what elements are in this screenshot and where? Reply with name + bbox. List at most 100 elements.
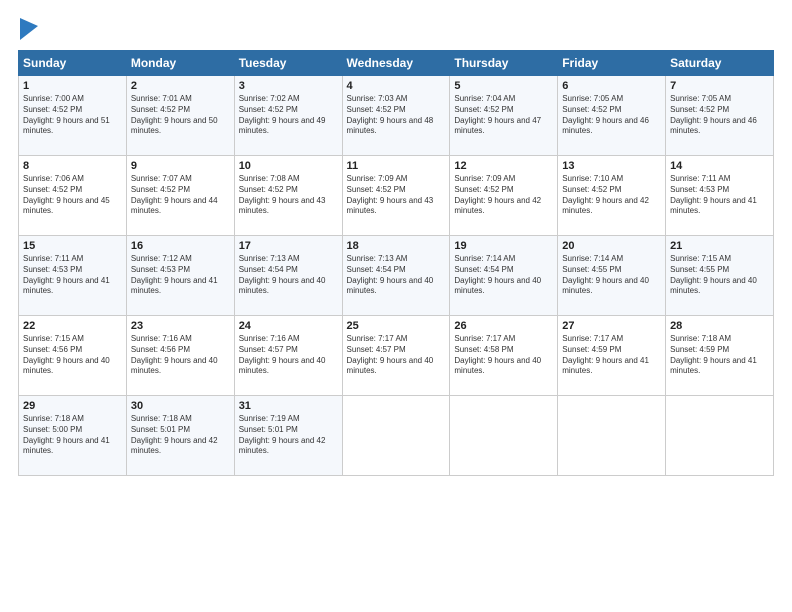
calendar-cell: 17Sunrise: 7:13 AMSunset: 4:54 PMDayligh… xyxy=(234,236,342,316)
day-number: 25 xyxy=(347,320,446,332)
day-number: 3 xyxy=(239,80,338,92)
day-number: 23 xyxy=(131,320,230,332)
calendar-cell: 10 Sunrise: 7:08 AMSunset: 4:52 PMDayligh… xyxy=(234,156,342,236)
day-number: 14 xyxy=(670,160,769,172)
day-number: 20 xyxy=(562,240,661,252)
day-number: 7 xyxy=(670,80,769,92)
day-info: Sunrise: 7:14 AMSunset: 4:54 PMDaylight:… xyxy=(454,254,553,297)
calendar-cell: 5 Sunrise: 7:04 AMSunset: 4:52 PMDaylight… xyxy=(450,76,558,156)
day-number: 9 xyxy=(131,160,230,172)
calendar-cell xyxy=(342,396,450,476)
header-day-saturday: Saturday xyxy=(666,51,774,76)
day-info: Sunrise: 7:08 AMSunset: 4:52 PMDaylight:… xyxy=(239,174,338,217)
calendar-cell xyxy=(666,396,774,476)
calendar-cell: 14 Sunrise: 7:11 AMSunset: 4:53 PMDayligh… xyxy=(666,156,774,236)
day-number: 12 xyxy=(454,160,553,172)
header-row: SundayMondayTuesdayWednesdayThursdayFrid… xyxy=(19,51,774,76)
calendar-cell: 24 Sunrise: 7:16 AMSunset: 4:57 PMDayligh… xyxy=(234,316,342,396)
day-info: Sunrise: 7:13 AMSunset: 4:54 PMDaylight:… xyxy=(347,254,446,297)
calendar-cell: 1 Sunrise: 7:00 AMSunset: 4:52 PMDaylight… xyxy=(19,76,127,156)
day-info: Sunrise: 7:05 AMSunset: 4:52 PMDaylight:… xyxy=(670,94,769,137)
header-day-wednesday: Wednesday xyxy=(342,51,450,76)
day-number: 1 xyxy=(23,80,122,92)
calendar-cell: 2 Sunrise: 7:01 AMSunset: 4:52 PMDaylight… xyxy=(126,76,234,156)
day-number: 11 xyxy=(347,160,446,172)
calendar-table: SundayMondayTuesdayWednesdayThursdayFrid… xyxy=(18,50,774,476)
day-info: Sunrise: 7:17 AMSunset: 4:59 PMDaylight:… xyxy=(562,334,661,377)
day-number: 4 xyxy=(347,80,446,92)
day-info: Sunrise: 7:18 AMSunset: 5:01 PMDaylight:… xyxy=(131,414,230,457)
day-number: 15 xyxy=(23,240,122,252)
day-number: 8 xyxy=(23,160,122,172)
day-info: Sunrise: 7:01 AMSunset: 4:52 PMDaylight:… xyxy=(131,94,230,137)
day-number: 5 xyxy=(454,80,553,92)
day-info: Sunrise: 7:17 AMSunset: 4:57 PMDaylight:… xyxy=(347,334,446,377)
day-info: Sunrise: 7:09 AMSunset: 4:52 PMDaylight:… xyxy=(454,174,553,217)
day-info: Sunrise: 7:18 AMSunset: 4:59 PMDaylight:… xyxy=(670,334,769,377)
day-info: Sunrise: 7:12 AMSunset: 4:53 PMDaylight:… xyxy=(131,254,230,297)
calendar-cell: 31 Sunrise: 7:19 AMSunset: 5:01 PMDayligh… xyxy=(234,396,342,476)
day-info: Sunrise: 7:13 AMSunset: 4:54 PMDaylight:… xyxy=(239,254,338,297)
calendar-cell: 19Sunrise: 7:14 AMSunset: 4:54 PMDayligh… xyxy=(450,236,558,316)
calendar-cell: 9 Sunrise: 7:07 AMSunset: 4:52 PMDaylight… xyxy=(126,156,234,236)
day-info: Sunrise: 7:17 AMSunset: 4:58 PMDaylight:… xyxy=(454,334,553,377)
calendar-cell: 23 Sunrise: 7:16 AMSunset: 4:56 PMDayligh… xyxy=(126,316,234,396)
day-number: 16 xyxy=(131,240,230,252)
day-number: 24 xyxy=(239,320,338,332)
day-number: 10 xyxy=(239,160,338,172)
calendar-cell xyxy=(450,396,558,476)
calendar-cell: 3 Sunrise: 7:02 AMSunset: 4:52 PMDaylight… xyxy=(234,76,342,156)
day-info: Sunrise: 7:04 AMSunset: 4:52 PMDaylight:… xyxy=(454,94,553,137)
calendar-cell: 4 Sunrise: 7:03 AMSunset: 4:52 PMDaylight… xyxy=(342,76,450,156)
calendar-cell: 13 Sunrise: 7:10 AMSunset: 4:52 PMDayligh… xyxy=(558,156,666,236)
day-number: 2 xyxy=(131,80,230,92)
calendar-cell: 12 Sunrise: 7:09 AMSunset: 4:52 PMDayligh… xyxy=(450,156,558,236)
calendar-cell: 16 Sunrise: 7:12 AMSunset: 4:53 PMDayligh… xyxy=(126,236,234,316)
calendar-cell: 7 Sunrise: 7:05 AMSunset: 4:52 PMDaylight… xyxy=(666,76,774,156)
calendar-cell: 21Sunrise: 7:15 AMSunset: 4:55 PMDayligh… xyxy=(666,236,774,316)
week-row-1: 1 Sunrise: 7:00 AMSunset: 4:52 PMDaylight… xyxy=(19,76,774,156)
calendar-cell xyxy=(558,396,666,476)
day-number: 31 xyxy=(239,400,338,412)
calendar-cell: 18Sunrise: 7:13 AMSunset: 4:54 PMDayligh… xyxy=(342,236,450,316)
day-info: Sunrise: 7:19 AMSunset: 5:01 PMDaylight:… xyxy=(239,414,338,457)
day-info: Sunrise: 7:02 AMSunset: 4:52 PMDaylight:… xyxy=(239,94,338,137)
day-info: Sunrise: 7:06 AMSunset: 4:52 PMDaylight:… xyxy=(23,174,122,217)
logo xyxy=(18,18,38,40)
day-info: Sunrise: 7:00 AMSunset: 4:52 PMDaylight:… xyxy=(23,94,122,137)
day-number: 28 xyxy=(670,320,769,332)
day-number: 6 xyxy=(562,80,661,92)
header-day-friday: Friday xyxy=(558,51,666,76)
day-number: 27 xyxy=(562,320,661,332)
calendar-cell: 6 Sunrise: 7:05 AMSunset: 4:52 PMDaylight… xyxy=(558,76,666,156)
header-day-sunday: Sunday xyxy=(19,51,127,76)
logo-icon xyxy=(20,18,38,40)
day-info: Sunrise: 7:16 AMSunset: 4:57 PMDaylight:… xyxy=(239,334,338,377)
day-info: Sunrise: 7:07 AMSunset: 4:52 PMDaylight:… xyxy=(131,174,230,217)
day-info: Sunrise: 7:09 AMSunset: 4:52 PMDaylight:… xyxy=(347,174,446,217)
day-info: Sunrise: 7:03 AMSunset: 4:52 PMDaylight:… xyxy=(347,94,446,137)
day-info: Sunrise: 7:11 AMSunset: 4:53 PMDaylight:… xyxy=(670,174,769,217)
calendar-cell: 28 Sunrise: 7:18 AMSunset: 4:59 PMDayligh… xyxy=(666,316,774,396)
calendar-cell: 15Sunrise: 7:11 AMSunset: 4:53 PMDayligh… xyxy=(19,236,127,316)
calendar-cell: 30 Sunrise: 7:18 AMSunset: 5:01 PMDayligh… xyxy=(126,396,234,476)
calendar-cell: 22Sunrise: 7:15 AMSunset: 4:56 PMDayligh… xyxy=(19,316,127,396)
header xyxy=(18,18,774,40)
calendar-cell: 27 Sunrise: 7:17 AMSunset: 4:59 PMDayligh… xyxy=(558,316,666,396)
calendar-cell: 11 Sunrise: 7:09 AMSunset: 4:52 PMDayligh… xyxy=(342,156,450,236)
day-number: 21 xyxy=(670,240,769,252)
calendar-cell: 29Sunrise: 7:18 AMSunset: 5:00 PMDayligh… xyxy=(19,396,127,476)
day-info: Sunrise: 7:05 AMSunset: 4:52 PMDaylight:… xyxy=(562,94,661,137)
day-info: Sunrise: 7:10 AMSunset: 4:52 PMDaylight:… xyxy=(562,174,661,217)
calendar-cell: 25 Sunrise: 7:17 AMSunset: 4:57 PMDayligh… xyxy=(342,316,450,396)
day-number: 30 xyxy=(131,400,230,412)
week-row-2: 8 Sunrise: 7:06 AMSunset: 4:52 PMDaylight… xyxy=(19,156,774,236)
week-row-3: 15Sunrise: 7:11 AMSunset: 4:53 PMDayligh… xyxy=(19,236,774,316)
header-day-tuesday: Tuesday xyxy=(234,51,342,76)
day-number: 13 xyxy=(562,160,661,172)
day-info: Sunrise: 7:16 AMSunset: 4:56 PMDaylight:… xyxy=(131,334,230,377)
week-row-4: 22Sunrise: 7:15 AMSunset: 4:56 PMDayligh… xyxy=(19,316,774,396)
week-row-5: 29Sunrise: 7:18 AMSunset: 5:00 PMDayligh… xyxy=(19,396,774,476)
day-info: Sunrise: 7:18 AMSunset: 5:00 PMDaylight:… xyxy=(23,414,122,457)
day-number: 22 xyxy=(23,320,122,332)
